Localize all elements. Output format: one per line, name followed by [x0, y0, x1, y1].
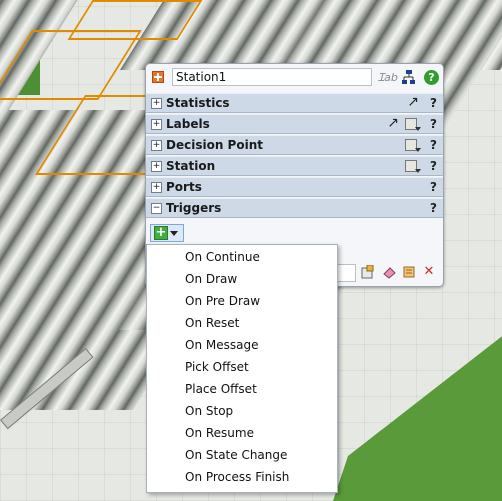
menu-item-on-pre-draw[interactable]: On Pre Draw [147, 290, 337, 312]
expand-icon[interactable]: + [151, 119, 162, 130]
section-label: Statistics [166, 96, 230, 110]
menu-item-on-stop[interactable]: On Stop [147, 400, 337, 422]
expand-icon[interactable]: + [151, 182, 162, 193]
label-edit-icon[interactable]: Ɪab [378, 70, 398, 86]
settings-menu-icon[interactable] [405, 160, 421, 173]
section-ports[interactable]: + Ports ? [146, 177, 443, 197]
menu-item-label: On Stop [185, 404, 234, 418]
add-icon: + [154, 225, 168, 240]
section-label: Labels [166, 117, 210, 131]
section-label: Triggers [166, 201, 222, 215]
trigger-dropdown-menu: On Continue On Draw On Pre Draw On Reset… [146, 244, 338, 493]
menu-item-label: On Continue [185, 250, 260, 264]
menu-item-label: On Reset [185, 316, 240, 330]
add-trigger-button[interactable]: + [150, 224, 184, 242]
pin-arrow-icon[interactable]: ↗ [387, 115, 399, 131]
script-icon[interactable] [402, 265, 416, 279]
expand-icon[interactable]: + [151, 98, 162, 109]
section-label: Decision Point [166, 138, 263, 152]
section-decision-point[interactable]: + Decision Point ? [146, 135, 443, 155]
help-icon[interactable]: ? [430, 201, 437, 215]
menu-item-on-reset[interactable]: On Reset [147, 312, 337, 334]
object-name-input[interactable] [172, 68, 372, 86]
settings-menu-icon[interactable] [405, 118, 421, 131]
menu-item-place-offset[interactable]: Place Offset [147, 378, 337, 400]
station-icon [152, 71, 164, 83]
tree-icon[interactable] [402, 70, 416, 86]
help-icon[interactable]: ? [424, 70, 439, 85]
menu-item-label: On State Change [185, 448, 288, 462]
expand-icon[interactable]: + [151, 140, 162, 151]
menu-item-label: On Message [185, 338, 259, 352]
panel-header: Ɪab ? [146, 64, 443, 92]
collapse-icon[interactable]: − [151, 203, 162, 214]
help-icon[interactable]: ? [430, 159, 437, 173]
section-statistics[interactable]: + Statistics ↗ ? [146, 93, 443, 113]
menu-item-label: Pick Offset [185, 360, 249, 374]
menu-item-pick-offset[interactable]: Pick Offset [147, 356, 337, 378]
menu-item-on-state-change[interactable]: On State Change [147, 444, 337, 466]
delete-icon[interactable]: ✕ [422, 265, 436, 279]
menu-item-on-draw[interactable]: On Draw [147, 268, 337, 290]
help-icon[interactable]: ? [430, 138, 437, 152]
menu-item-on-message[interactable]: On Message [147, 334, 337, 356]
help-icon[interactable]: ? [430, 96, 437, 110]
menu-item-on-continue[interactable]: On Continue [147, 246, 337, 268]
edit-icon[interactable] [361, 264, 375, 279]
menu-item-label: On Pre Draw [185, 294, 261, 308]
section-label: Ports [166, 180, 202, 194]
erase-icon[interactable] [382, 265, 396, 279]
menu-item-label: On Draw [185, 272, 238, 286]
menu-item-on-resume[interactable]: On Resume [147, 422, 337, 444]
section-station[interactable]: + Station ? [146, 156, 443, 176]
menu-item-label: On Resume [185, 426, 254, 440]
help-icon[interactable]: ? [430, 180, 437, 194]
pin-arrow-icon[interactable]: ↗ [407, 94, 419, 110]
expand-icon[interactable]: + [151, 161, 162, 172]
chevron-down-icon [170, 231, 178, 236]
settings-menu-icon[interactable] [405, 139, 421, 152]
menu-item-on-process-finish[interactable]: On Process Finish [147, 466, 337, 488]
menu-item-label: Place Offset [185, 382, 257, 396]
menu-item-label: On Process Finish [185, 470, 290, 484]
section-triggers[interactable]: − Triggers ? [146, 198, 443, 218]
section-labels[interactable]: + Labels ↗ ? [146, 114, 443, 134]
section-label: Station [166, 159, 216, 173]
help-icon[interactable]: ? [430, 117, 437, 131]
trigger-field[interactable] [336, 264, 356, 282]
